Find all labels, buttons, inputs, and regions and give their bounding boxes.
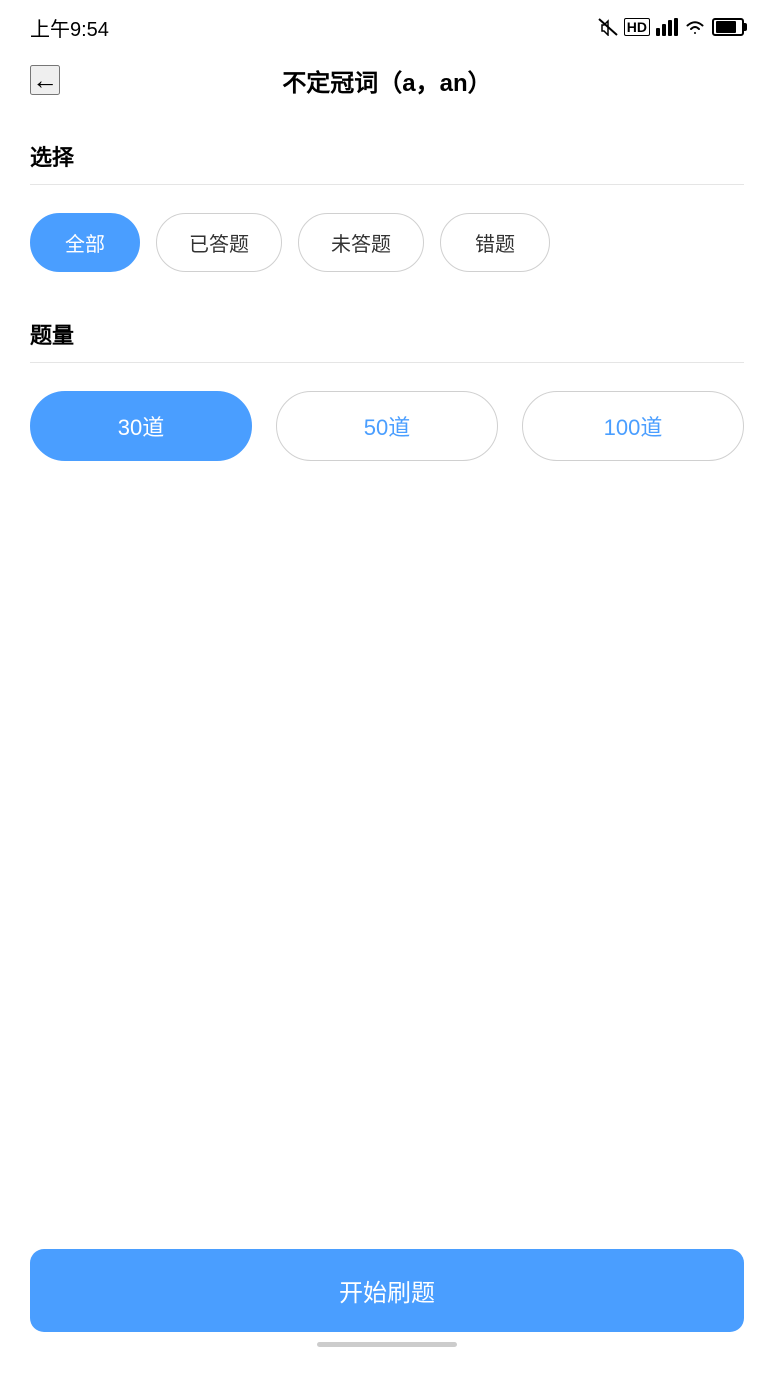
back-button[interactable]: ← — [30, 65, 60, 95]
status-icons: HD — [598, 18, 744, 36]
bottom-area: 开始刷题 — [0, 1229, 774, 1387]
filter-divider — [30, 184, 744, 185]
filter-section-label: 选择 — [30, 140, 744, 172]
count-btn-100[interactable]: 100道 — [522, 391, 744, 461]
count-btn-30[interactable]: 30道 — [30, 391, 252, 461]
main-content: 选择 全部 已答题 未答题 错题 题量 30道 50道 100道 — [0, 110, 774, 1229]
filter-btn-answered[interactable]: 已答题 — [156, 213, 282, 272]
count-btn-50[interactable]: 50道 — [276, 391, 498, 461]
signal-icon — [656, 18, 678, 36]
page-title: 不定冠词（a，an） — [282, 63, 491, 98]
count-divider — [30, 362, 744, 363]
count-row: 30道 50道 100道 — [30, 391, 744, 461]
filter-btn-all[interactable]: 全部 — [30, 213, 140, 272]
filter-row: 全部 已答题 未答题 错题 — [30, 213, 744, 272]
home-indicator — [317, 1342, 457, 1347]
hd-badge: HD — [624, 18, 650, 36]
start-button[interactable]: 开始刷题 — [30, 1249, 744, 1332]
status-bar: 上午9:54 HD — [0, 0, 774, 50]
wifi-icon — [684, 18, 706, 36]
mute-icon — [598, 18, 618, 36]
count-section-label: 题量 — [30, 318, 744, 350]
filter-btn-unanswered[interactable]: 未答题 — [298, 213, 424, 272]
top-nav: ← 不定冠词（a，an） — [0, 50, 774, 110]
filter-btn-wrong[interactable]: 错题 — [440, 213, 550, 272]
battery-icon — [712, 18, 744, 36]
status-time: 上午9:54 — [30, 13, 109, 42]
